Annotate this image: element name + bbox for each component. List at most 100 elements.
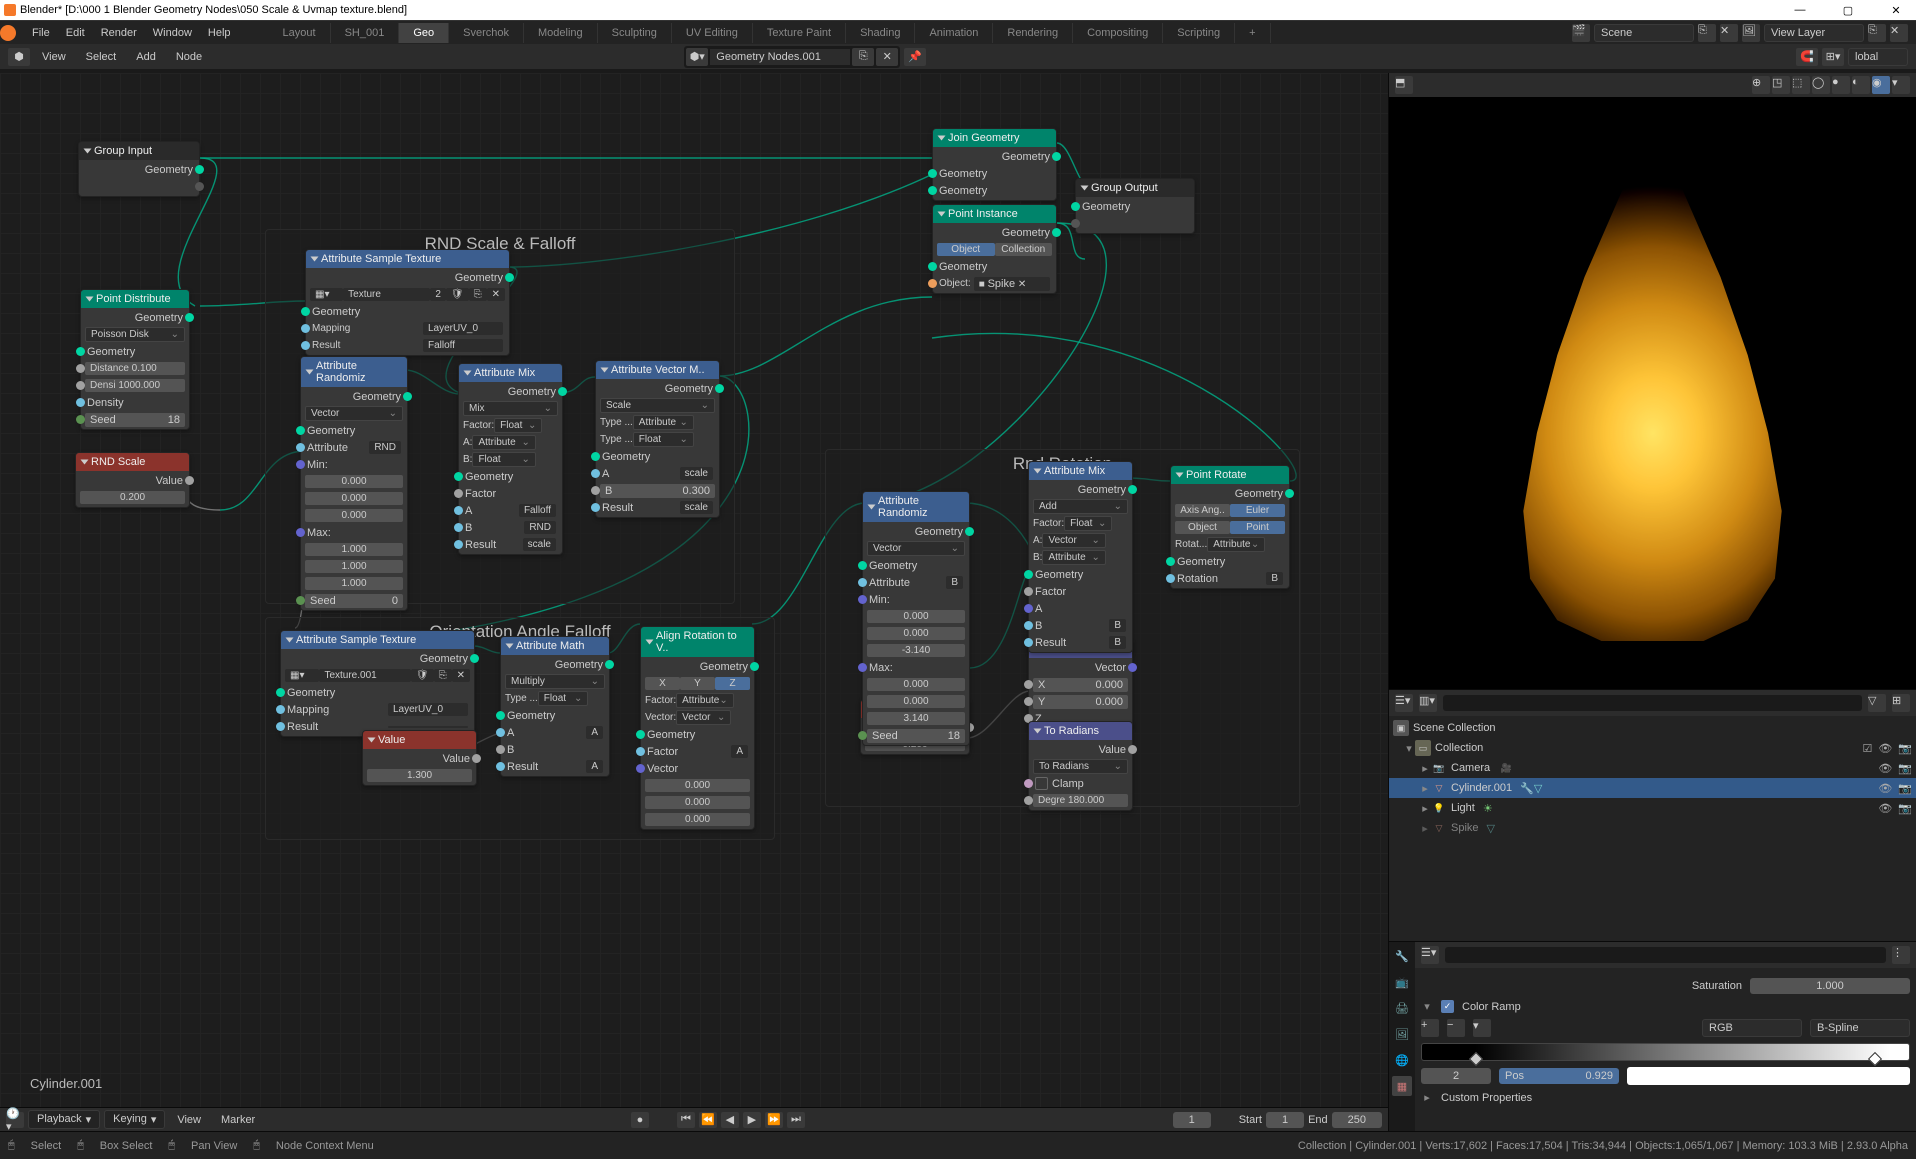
distribute-method[interactable]: Poisson Disk bbox=[85, 327, 185, 342]
disclose-icon[interactable]: ▾ bbox=[1403, 742, 1415, 755]
next-key-button[interactable]: ⏩ bbox=[765, 1112, 783, 1128]
new-scene-button[interactable]: ⎘ bbox=[1698, 24, 1716, 42]
tab-shading[interactable]: Shading bbox=[846, 23, 915, 43]
node-editor[interactable]: RND Scale & Falloff Orientation Angle Fa… bbox=[0, 73, 1388, 1131]
outliner-search[interactable] bbox=[1443, 695, 1862, 711]
ramp-add-button[interactable]: + bbox=[1421, 1019, 1439, 1037]
solid-shading-button[interactable]: ● bbox=[1832, 76, 1850, 94]
saturation-field[interactable]: 1.000 bbox=[1750, 978, 1910, 994]
nodegroup-datablock[interactable]: ⬢▾ Geometry Nodes.001 ⎘ ✕ bbox=[684, 46, 900, 68]
disable-render-icon[interactable]: 📷 bbox=[1898, 742, 1912, 755]
node-point-distribute[interactable]: Point Distribute Geometry Poisson Disk G… bbox=[80, 289, 190, 430]
snap-type-button[interactable]: ⊞▾ bbox=[1822, 48, 1844, 66]
menu-edit[interactable]: Edit bbox=[58, 23, 93, 43]
node-attr-sample-1[interactable]: Attribute Sample Texture Geometry ▦▾Text… bbox=[305, 249, 510, 356]
menu-file[interactable]: File bbox=[24, 23, 58, 43]
node-align-rotation[interactable]: Align Rotation to V.. Geometry XYZ Facto… bbox=[640, 626, 755, 830]
menu-render[interactable]: Render bbox=[93, 23, 145, 43]
tab-sh001[interactable]: SH_001 bbox=[331, 23, 400, 43]
tree-scene-collection[interactable]: ▣ Scene Collection bbox=[1389, 718, 1916, 738]
colorramp-checkbox[interactable]: ✓ bbox=[1441, 1000, 1454, 1013]
xray-button[interactable]: ⬚ bbox=[1792, 76, 1810, 94]
props-search[interactable] bbox=[1445, 947, 1886, 963]
outliner[interactable]: ☰▾ ▥▾ ▽ ⊞ ▣ Scene Collection ▾ ▭ Collect… bbox=[1389, 689, 1916, 941]
menu-help[interactable]: Help bbox=[200, 23, 239, 43]
ne-menu-select[interactable]: Select bbox=[78, 51, 125, 63]
tab-animation[interactable]: Animation bbox=[915, 23, 993, 43]
density-max-field[interactable]: Densi 1000.000 bbox=[85, 379, 185, 392]
layer-icon[interactable]: 🖼 bbox=[1742, 24, 1760, 42]
props-tab-render[interactable]: 📺 bbox=[1392, 972, 1412, 992]
mapping-field-1[interactable]: LayerUV_0 bbox=[423, 322, 503, 335]
ne-menu-add[interactable]: Add bbox=[128, 51, 164, 63]
timeline-marker[interactable]: Marker bbox=[213, 1110, 263, 1130]
node-value[interactable]: Value Value 1.300 bbox=[362, 730, 477, 786]
rand-attr-1[interactable]: RND bbox=[369, 441, 401, 454]
snap-button[interactable]: 🧲 bbox=[1796, 48, 1818, 66]
outliner-editor-icon[interactable]: ☰▾ bbox=[1395, 694, 1413, 712]
playback-menu[interactable]: Playback ▾ bbox=[28, 1110, 100, 1129]
tab-scripting[interactable]: Scripting bbox=[1163, 23, 1235, 43]
tree-spike[interactable]: ▸ ▽ Spike ▽ bbox=[1389, 818, 1916, 838]
gizmo-button[interactable]: ⊕ bbox=[1752, 76, 1770, 94]
node-to-radians[interactable]: To Radians Value To Radians Clamp Degre … bbox=[1028, 721, 1133, 811]
prev-key-button[interactable]: ⏪ bbox=[699, 1112, 717, 1128]
tab-geo[interactable]: Geo bbox=[399, 23, 449, 43]
menu-window[interactable]: Window bbox=[145, 23, 200, 43]
shading-options-button[interactable]: ▾ bbox=[1892, 76, 1910, 94]
node-attr-rand-1[interactable]: Attribute Randomiz Geometry Vector Geome… bbox=[300, 356, 408, 611]
rand-type-1[interactable]: Vector bbox=[305, 406, 403, 421]
del-scene-button[interactable]: ✕ bbox=[1720, 24, 1738, 42]
instance-collection-tab[interactable]: Collection bbox=[995, 243, 1053, 256]
transform-orientation[interactable]: lobal bbox=[1848, 48, 1908, 66]
props-options-icon[interactable]: ⋮ bbox=[1892, 946, 1910, 964]
end-frame[interactable]: 250 bbox=[1332, 1112, 1382, 1128]
node-attr-mix-2[interactable]: Attribute Mix Geometry Add Factor:Float … bbox=[1028, 461, 1133, 653]
rnd-scale-value[interactable]: 0.200 bbox=[80, 491, 185, 504]
tex-unlink[interactable]: ✕ bbox=[487, 288, 505, 301]
exclude-checkbox[interactable]: ☑ bbox=[1862, 742, 1872, 755]
overlays-button[interactable]: ◳ bbox=[1772, 76, 1790, 94]
timeline-editor-icon[interactable]: 🕐▾ bbox=[6, 1112, 24, 1128]
tab-texpaint[interactable]: Texture Paint bbox=[753, 23, 846, 43]
tab-layout[interactable]: Layout bbox=[269, 23, 331, 43]
scene-field[interactable]: Scene bbox=[1594, 24, 1694, 42]
close-button[interactable]: ✕ bbox=[1880, 0, 1912, 20]
texture-field[interactable]: Texture bbox=[343, 288, 430, 301]
props-tab-texture[interactable]: ▦ bbox=[1392, 1076, 1412, 1096]
node-attr-math[interactable]: Attribute Math Geometry Multiply Type ..… bbox=[500, 636, 610, 777]
ramp-index[interactable]: 2 bbox=[1421, 1068, 1491, 1084]
timeline[interactable]: 🕐▾ Playback ▾ Keying ▾ View Marker ● ⏮ ⏪… bbox=[0, 1107, 1388, 1131]
editor-type-3d-icon[interactable]: ⬒ bbox=[1395, 76, 1413, 94]
tex-new[interactable]: ⎘ bbox=[469, 288, 487, 301]
nodegroup-unlink-button[interactable]: ✕ bbox=[876, 48, 898, 66]
minimize-button[interactable]: — bbox=[1784, 0, 1816, 20]
play-button[interactable]: ▶ bbox=[743, 1112, 761, 1128]
props-tab-world[interactable]: 🌐 bbox=[1392, 1050, 1412, 1070]
node-rnd-scale[interactable]: RND Scale Value 0.200 bbox=[75, 452, 190, 508]
nodegroup-users-button[interactable]: ⎘ bbox=[852, 48, 874, 66]
tab-rendering[interactable]: Rendering bbox=[993, 23, 1073, 43]
browse-nodegroup-icon[interactable]: ⬢▾ bbox=[686, 48, 708, 66]
jump-start-button[interactable]: ⏮ bbox=[677, 1112, 695, 1128]
seed-field[interactable]: Seed18 bbox=[85, 413, 185, 427]
viewlayer-field[interactable]: View Layer bbox=[1764, 24, 1864, 42]
keying-menu[interactable]: Keying ▾ bbox=[104, 1110, 165, 1129]
autokey-button[interactable]: ● bbox=[631, 1112, 649, 1128]
blender-logo-icon[interactable] bbox=[0, 25, 16, 41]
editor-type-icon[interactable]: ⬢ bbox=[8, 48, 30, 66]
instance-object-field[interactable]: ■ Spike ✕ bbox=[974, 277, 1050, 291]
tree-camera[interactable]: ▸ 📷 Camera 🎥 👁📷 bbox=[1389, 758, 1916, 778]
hide-icon[interactable]: 👁 bbox=[1878, 742, 1892, 755]
props-tab-output[interactable]: 🖨 bbox=[1392, 998, 1412, 1018]
del-layer-button[interactable]: ✕ bbox=[1890, 24, 1908, 42]
current-frame[interactable]: 1 bbox=[1173, 1112, 1211, 1128]
ne-menu-view[interactable]: View bbox=[34, 51, 74, 63]
matprev-shading-button[interactable]: ◐ bbox=[1852, 76, 1870, 94]
ramp-tools-button[interactable]: ▾ bbox=[1473, 1019, 1491, 1037]
ramp-interp[interactable]: B-Spline bbox=[1810, 1019, 1910, 1037]
color-ramp[interactable] bbox=[1421, 1043, 1910, 1061]
node-attr-mix-1[interactable]: Attribute Mix Geometry Mix Factor:Float … bbox=[458, 363, 563, 555]
wire-shading-button[interactable]: ◯ bbox=[1812, 76, 1830, 94]
scene-icon[interactable]: 🎬 bbox=[1572, 24, 1590, 42]
